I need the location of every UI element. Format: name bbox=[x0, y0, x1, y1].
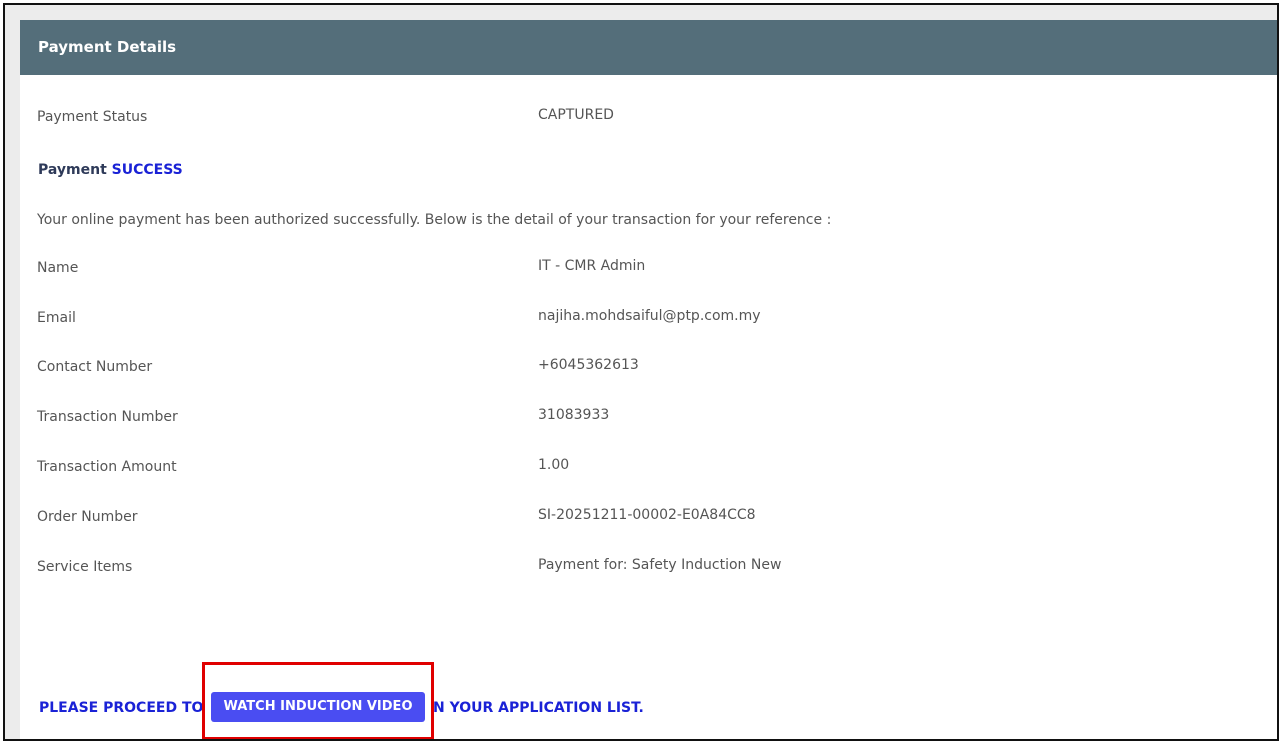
success-prefix: Payment bbox=[38, 162, 107, 178]
detail-value-transaction-number: 31083933 bbox=[538, 407, 610, 423]
payment-success-heading: Payment SUCCESS bbox=[38, 162, 183, 178]
payment-details-header: Payment Details bbox=[20, 20, 1277, 75]
detail-label-order-number: Order Number bbox=[37, 509, 138, 525]
proceed-text-before: PLEASE PROCEED TO bbox=[39, 700, 204, 716]
watch-induction-video-button[interactable]: WATCH INDUCTION VIDEO bbox=[211, 692, 425, 722]
detail-label-name: Name bbox=[37, 260, 79, 276]
detail-label-email: Email bbox=[37, 310, 76, 326]
detail-label-service-items: Service Items bbox=[37, 559, 133, 575]
detail-value-contact: +6045362613 bbox=[538, 357, 639, 373]
detail-label-transaction-number: Transaction Number bbox=[37, 409, 178, 425]
detail-value-name: IT - CMR Admin bbox=[538, 258, 646, 274]
detail-label-contact: Contact Number bbox=[37, 359, 153, 375]
proceed-text-after: N YOUR APPLICATION LIST. bbox=[433, 700, 644, 716]
payment-status-label: Payment Status bbox=[37, 109, 148, 125]
payment-status-value: CAPTURED bbox=[538, 107, 614, 123]
top-margin bbox=[5, 5, 1277, 20]
detail-value-email: najiha.mohdsaiful@ptp.com.my bbox=[538, 308, 761, 324]
detail-value-transaction-amount: 1.00 bbox=[538, 457, 570, 473]
success-word: SUCCESS bbox=[111, 162, 183, 178]
detail-value-order-number: SI-20251211-00002-E0A84CC8 bbox=[538, 507, 756, 523]
detail-label-transaction-amount: Transaction Amount bbox=[37, 459, 177, 475]
screenshot-frame: Payment Details Payment Status CAPTURED … bbox=[3, 3, 1279, 741]
left-margin bbox=[5, 5, 20, 739]
authorization-message: Your online payment has been authorized … bbox=[37, 212, 832, 228]
detail-value-service-items: Payment for: Safety Induction New bbox=[538, 557, 782, 573]
